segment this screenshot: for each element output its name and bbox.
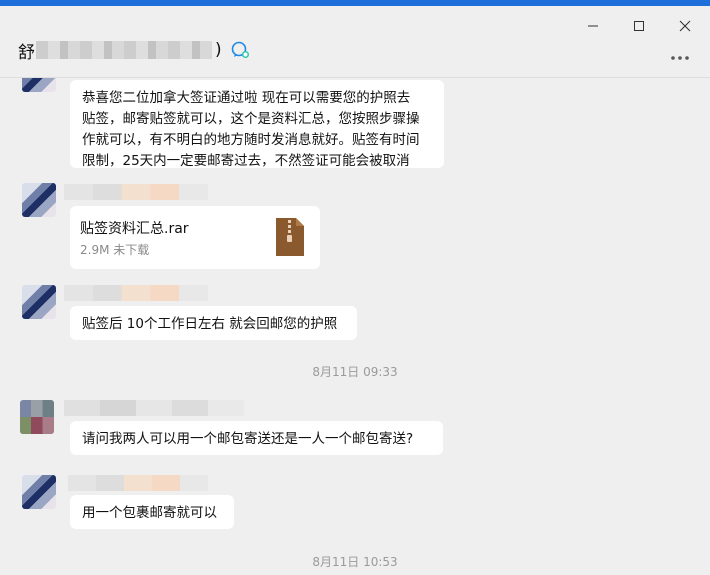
avatar[interactable] <box>22 475 56 509</box>
message-bubble[interactable]: 恭喜您二位加拿大签证通过啦 现在可以需要您的护照去 贴签，邮寄贴签就可以，这个是… <box>70 80 444 169</box>
redacted-sender-name <box>64 285 208 301</box>
message-timestamp: 8月11日 10:53 <box>312 555 398 569</box>
message-line: 限制，25天内一定要邮寄过去，不然签证可能会被取消 <box>82 153 410 169</box>
minimize-icon <box>588 25 598 27</box>
chat-window: 舒 ) 恭喜您二位加拿大签证通过啦 现在可以需要您的护照去 贴签，邮寄贴签就可以… <box>0 0 710 575</box>
avatar[interactable] <box>22 183 56 217</box>
message-text: 贴签后 10个工作日左右 就会回邮您的护照 <box>82 316 338 332</box>
message-line: 恭喜您二位加拿大签证通过啦 现在可以需要您的护照去 <box>82 90 411 106</box>
message-text: 用一个包裹邮寄就可以 <box>82 505 217 521</box>
message-line: 作就可以，有不明白的地方随时发消息就好。贴签有时间 <box>82 132 420 148</box>
close-button[interactable] <box>665 12 705 40</box>
chat-header: 舒 ) <box>0 6 710 78</box>
redacted-sender-name <box>64 400 244 416</box>
maximize-icon <box>634 21 644 31</box>
message-line: 贴签，邮寄贴签就可以，这个是资料汇总，您按照步骤操 <box>82 111 420 127</box>
file-status: 2.9M 未下载 <box>80 243 150 257</box>
minimize-button[interactable] <box>573 12 613 40</box>
avatar[interactable] <box>22 78 56 92</box>
chat-bubble-icon[interactable] <box>230 40 250 60</box>
zip-archive-icon <box>276 218 304 256</box>
avatar[interactable] <box>20 400 54 434</box>
redacted-sender-name <box>68 475 208 491</box>
message-list[interactable]: 恭喜您二位加拿大签证通过啦 现在可以需要您的护照去 贴签，邮寄贴签就可以，这个是… <box>0 78 710 575</box>
close-icon <box>679 20 691 32</box>
file-message[interactable]: 贴签资料汇总.rar 2.9M 未下载 <box>70 206 320 269</box>
file-name: 贴签资料汇总.rar <box>80 221 189 237</box>
avatar[interactable] <box>22 285 56 319</box>
message-text: 请问我两人可以用一个邮包寄送还是一人一个邮包寄送? <box>82 431 414 447</box>
message-bubble[interactable]: 用一个包裹邮寄就可以 <box>70 495 234 529</box>
message-timestamp: 8月11日 09:33 <box>312 365 398 379</box>
maximize-button[interactable] <box>619 12 659 40</box>
chat-title-suffix: ) <box>215 40 222 60</box>
message-bubble[interactable]: 请问我两人可以用一个邮包寄送还是一人一个邮包寄送? <box>70 421 443 455</box>
message-bubble[interactable]: 贴签后 10个工作日左右 就会回邮您的护照 <box>70 306 357 340</box>
more-options-button[interactable] <box>664 48 696 68</box>
redacted-contact-name <box>36 41 212 59</box>
chat-title[interactable]: 舒 ) <box>18 38 250 63</box>
redacted-sender-name <box>64 184 208 200</box>
more-dots-icon <box>671 56 689 60</box>
chat-title-prefix: 舒 <box>18 42 35 63</box>
